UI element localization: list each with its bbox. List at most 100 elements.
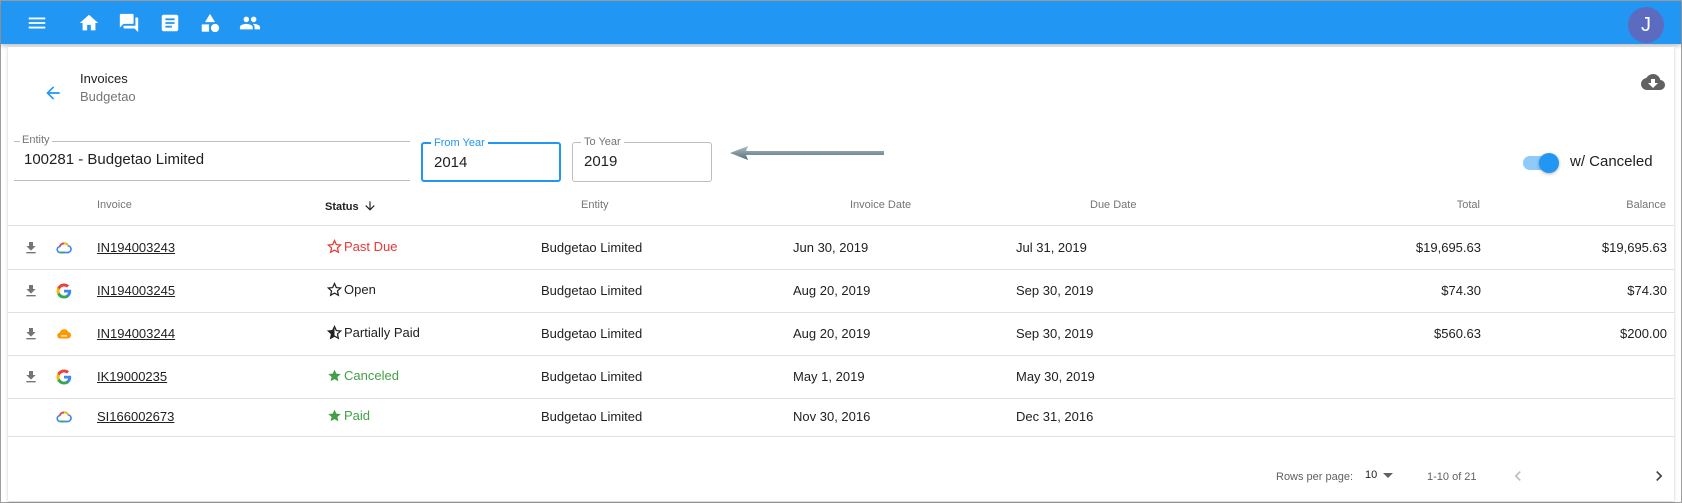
status-label: Partially Paid bbox=[344, 325, 420, 340]
table-row[interactable]: SI166002673 Paid Budgetao Limited Nov 30… bbox=[8, 399, 1674, 437]
due-date-cell: Dec 31, 2016 bbox=[1016, 409, 1094, 424]
arrow-back-icon bbox=[46, 86, 60, 100]
col-entity[interactable]: Entity bbox=[581, 199, 609, 211]
cloud-multicolor-icon bbox=[55, 408, 73, 426]
download-icon[interactable] bbox=[23, 369, 39, 385]
table-row[interactable]: IN194003245 Open Budgetao Limited Aug 20… bbox=[8, 270, 1674, 313]
article-icon[interactable] bbox=[159, 12, 181, 34]
due-date-cell: Jul 31, 2019 bbox=[1016, 240, 1087, 255]
due-date-cell: Sep 30, 2019 bbox=[1016, 326, 1094, 341]
rows-per-page-value: 10 bbox=[1365, 469, 1378, 481]
canceled-toggle-label: w/ Canceled bbox=[1570, 153, 1653, 170]
status-cell: Canceled bbox=[327, 368, 399, 383]
page-title: Invoices bbox=[80, 71, 128, 86]
google-g-icon bbox=[55, 282, 73, 300]
status-cell: Open bbox=[327, 282, 376, 297]
status-cell: Paid bbox=[327, 408, 370, 423]
category-icon[interactable] bbox=[199, 12, 221, 34]
app-bar: J bbox=[1, 1, 1681, 44]
to-year-value: 2019 bbox=[584, 153, 618, 170]
col-due-date[interactable]: Due Date bbox=[1090, 199, 1136, 211]
status-cell: Partially Paid bbox=[327, 325, 420, 340]
download-icon[interactable] bbox=[23, 283, 39, 299]
total-cell: $560.63 bbox=[1434, 326, 1481, 341]
table-row[interactable]: IN194003244 Partially Paid Budgetao Limi… bbox=[8, 313, 1674, 356]
avatar[interactable]: J bbox=[1628, 7, 1664, 43]
status-label: Past Due bbox=[344, 239, 398, 254]
star-outline-icon bbox=[327, 239, 342, 254]
chevron-down-icon bbox=[1383, 472, 1394, 478]
annotation-arrow-icon bbox=[730, 146, 884, 160]
prev-page-button[interactable] bbox=[1505, 463, 1531, 489]
next-page-button[interactable] bbox=[1646, 463, 1672, 489]
status-label: Canceled bbox=[344, 368, 399, 383]
invoice-link[interactable]: SI166002673 bbox=[97, 409, 174, 424]
entity-cell: Budgetao Limited bbox=[541, 369, 643, 384]
col-total[interactable]: Total bbox=[1388, 199, 1480, 211]
toggle-thumb bbox=[1539, 153, 1559, 173]
invoice-date-cell: Nov 30, 2016 bbox=[793, 409, 871, 424]
table-row[interactable]: IN194003243 Past Due Budgetao Limited Ju… bbox=[8, 227, 1674, 270]
invoice-date-cell: May 1, 2019 bbox=[793, 369, 865, 384]
cloud-download-icon[interactable] bbox=[1640, 69, 1666, 95]
balance-cell: $74.30 bbox=[1627, 283, 1667, 298]
status-label: Open bbox=[344, 282, 376, 297]
invoice-date-cell: Aug 20, 2019 bbox=[793, 283, 871, 298]
invoice-date-cell: Jun 30, 2019 bbox=[793, 240, 869, 255]
to-year-field[interactable]: To Year 2019 bbox=[572, 135, 712, 182]
page-subtitle: Budgetao bbox=[80, 89, 136, 104]
menu-icon[interactable] bbox=[26, 12, 48, 34]
home-icon[interactable] bbox=[78, 12, 100, 34]
status-cell: Past Due bbox=[327, 239, 397, 254]
to-year-label: To Year bbox=[581, 135, 624, 149]
rows-per-page-select[interactable]: 10 bbox=[1365, 469, 1394, 481]
col-status[interactable]: Status bbox=[325, 199, 377, 216]
table-row[interactable]: IK19000235 Canceled Budgetao Limited May… bbox=[8, 356, 1674, 399]
arrow-down-icon bbox=[363, 199, 377, 216]
chevron-left-icon bbox=[1514, 471, 1521, 481]
chevron-right-icon bbox=[1656, 471, 1663, 481]
entity-cell: Budgetao Limited bbox=[541, 240, 643, 255]
col-invoice-date[interactable]: Invoice Date bbox=[850, 199, 911, 211]
col-invoice[interactable]: Invoice bbox=[97, 199, 132, 211]
total-cell: $19,695.63 bbox=[1415, 240, 1481, 255]
from-year-label: From Year bbox=[431, 136, 488, 150]
from-year-value: 2014 bbox=[434, 154, 468, 171]
due-date-cell: May 30, 2019 bbox=[1016, 369, 1095, 384]
col-balance[interactable]: Balance bbox=[1568, 199, 1666, 211]
star-outline-icon bbox=[327, 282, 342, 297]
back-button[interactable] bbox=[36, 76, 70, 110]
forum-icon[interactable] bbox=[118, 12, 140, 34]
table-header: Invoice Status Entity Invoice Date Due D… bbox=[8, 184, 1674, 226]
from-year-field[interactable]: From Year 2014 bbox=[421, 136, 561, 182]
download-icon[interactable] bbox=[23, 326, 39, 342]
entity-field[interactable]: Entity 100281 - Budgetao Limited bbox=[14, 133, 410, 181]
status-label: Paid bbox=[344, 408, 371, 423]
entity-field-value: 100281 - Budgetao Limited bbox=[24, 151, 205, 168]
entity-field-label: Entity bbox=[20, 133, 52, 147]
entity-cell: Budgetao Limited bbox=[541, 409, 643, 424]
col-status-label: Status bbox=[325, 201, 359, 213]
canceled-toggle[interactable] bbox=[1521, 151, 1561, 173]
invoice-date-cell: Aug 20, 2019 bbox=[793, 326, 871, 341]
google-g-icon bbox=[55, 368, 73, 386]
star-half-icon bbox=[327, 325, 342, 340]
pagination-footer: Rows per page: 10 1-10 of 21 bbox=[8, 447, 1674, 501]
due-date-cell: Sep 30, 2019 bbox=[1016, 283, 1094, 298]
invoice-link[interactable]: IN194003243 bbox=[97, 240, 175, 255]
star-filled-icon bbox=[327, 408, 342, 423]
total-cell: $74.30 bbox=[1441, 283, 1481, 298]
balance-cell: $19,695.63 bbox=[1601, 240, 1667, 255]
cloud-orange-icon bbox=[55, 325, 73, 343]
invoice-link[interactable]: IN194003245 bbox=[97, 283, 175, 298]
download-icon[interactable] bbox=[23, 240, 39, 256]
rows-per-page-label: Rows per page: bbox=[1276, 471, 1354, 483]
entity-cell: Budgetao Limited bbox=[541, 283, 643, 298]
pagination-range: 1-10 of 21 bbox=[1427, 471, 1477, 483]
invoices-card: Invoices Budgetao Entity 100281 - Budget… bbox=[8, 47, 1674, 501]
people-icon[interactable] bbox=[239, 12, 261, 34]
star-filled-icon bbox=[327, 368, 342, 383]
invoice-link[interactable]: IK19000235 bbox=[97, 369, 167, 384]
cloud-multicolor-icon bbox=[55, 239, 73, 257]
invoice-link[interactable]: IN194003244 bbox=[97, 326, 175, 341]
